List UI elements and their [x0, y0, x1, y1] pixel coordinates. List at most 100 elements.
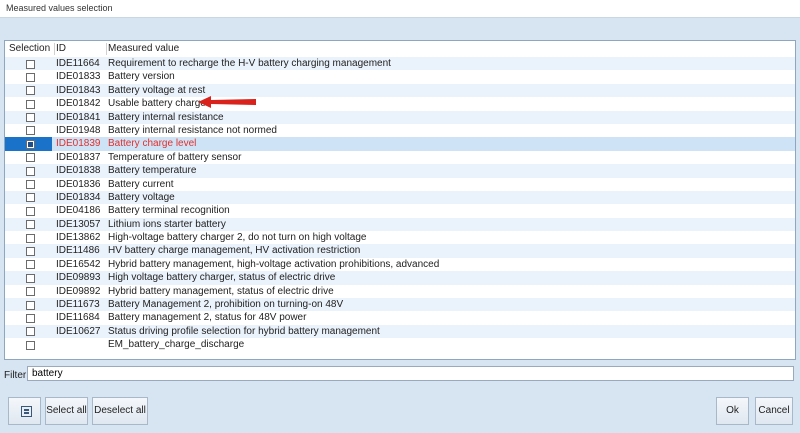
row-checkbox[interactable]	[26, 327, 35, 337]
row-id: IDE01838	[56, 165, 101, 177]
row-measured-value: Battery voltage at rest	[108, 84, 206, 96]
row-checkbox[interactable]	[26, 233, 35, 243]
table-row[interactable]: IDE16542 Hybrid battery management, high-…	[5, 258, 795, 271]
table-rows: IDE11664 Requirement to recharge the H-V …	[5, 57, 795, 352]
selection-cell	[5, 325, 52, 338]
row-id: IDE01948	[56, 124, 101, 136]
selection-cell	[5, 84, 52, 97]
selection-cell	[5, 57, 52, 70]
row-checkbox[interactable]	[26, 126, 35, 136]
table-row[interactable]: IDE01841 Battery internal resistance	[5, 110, 795, 124]
row-checkbox[interactable]	[26, 86, 35, 96]
list-icon	[21, 406, 32, 417]
row-checkbox[interactable]	[26, 273, 35, 283]
row-checkbox[interactable]	[26, 287, 35, 297]
row-measured-value: Lithium ions starter battery	[108, 218, 226, 230]
row-id: IDE01836	[56, 178, 101, 190]
table-row[interactable]: IDE04186 Battery terminal recognition	[5, 204, 795, 217]
table-row[interactable]: IDE11684 Battery management 2, status for…	[5, 311, 795, 324]
select-all-button[interactable]: Select all	[45, 397, 88, 425]
row-measured-value: Usable battery charge	[108, 98, 206, 110]
table-row[interactable]: IDE01838 Battery temperature	[5, 164, 795, 178]
row-id: IDE09893	[56, 272, 101, 284]
selection-cell	[5, 271, 52, 284]
row-id: IDE11673	[56, 299, 100, 311]
row-measured-value: EM_battery_charge_discharge	[108, 339, 245, 351]
table-row[interactable]: IDE01836 Battery current	[5, 178, 795, 191]
row-checkbox[interactable]	[26, 166, 35, 176]
row-id: IDE01842	[56, 98, 101, 110]
row-checkbox[interactable]	[26, 246, 35, 256]
row-checkbox[interactable]	[26, 300, 35, 310]
row-id: IDE11486	[56, 245, 100, 257]
column-header-id[interactable]: ID	[56, 41, 66, 57]
row-checkbox[interactable]	[26, 180, 35, 190]
header-strip	[0, 18, 800, 40]
row-measured-value: Battery charge level	[108, 138, 197, 150]
table-row[interactable]: IDE13862 High-voltage battery charger 2, …	[5, 231, 795, 244]
row-checkbox[interactable]	[26, 153, 35, 163]
row-id: IDE01841	[56, 111, 101, 123]
row-checkbox[interactable]	[26, 313, 35, 323]
table-row[interactable]: IDE09892 Hybrid battery management, statu…	[5, 285, 795, 298]
table-row[interactable]: IDE11673 Battery Management 2, prohibitio…	[5, 298, 795, 312]
arrow-left-icon	[198, 96, 256, 108]
selection-cell	[5, 218, 52, 231]
row-checkbox[interactable]	[26, 206, 35, 216]
measured-values-table: Selection ID Measured value IDE11664 Requ…	[4, 40, 796, 360]
table-row[interactable]: IDE13057 Lithium ions starter battery	[5, 217, 795, 232]
row-checkbox[interactable]	[26, 193, 35, 203]
row-checkbox[interactable]	[26, 220, 35, 230]
table-row[interactable]: IDE01842 Usable battery charge	[5, 97, 795, 110]
filter-label: Filter:	[4, 370, 29, 381]
row-measured-value: Hybrid battery management, high-voltage …	[108, 258, 440, 270]
selection-cell	[5, 111, 52, 124]
row-checkbox[interactable]	[26, 340, 35, 350]
table-row[interactable]: IDE01833 Battery version	[5, 70, 795, 83]
column-separator	[106, 43, 107, 55]
selection-cell	[5, 137, 52, 151]
table-row[interactable]: IDE01839 Battery charge level	[5, 137, 795, 151]
table-row[interactable]: IDE01948 Battery internal resistance not …	[5, 124, 795, 137]
filter-input[interactable]	[27, 366, 794, 381]
selection-cell	[5, 70, 52, 83]
cancel-button[interactable]: Cancel	[755, 397, 793, 425]
deselect-all-button[interactable]: Deselect all	[92, 397, 148, 425]
table-row[interactable]: EM_battery_charge_discharge	[5, 338, 795, 351]
table-row[interactable]: IDE11486 HV battery charge management, HV…	[5, 244, 795, 258]
selection-cell	[5, 311, 52, 324]
table-row[interactable]: IDE10627 Status driving profile selection…	[5, 324, 795, 339]
selection-cell	[5, 285, 52, 298]
selection-cell	[5, 244, 52, 257]
ok-button[interactable]: Ok	[716, 397, 749, 425]
row-checkbox[interactable]	[26, 139, 35, 149]
table-row[interactable]: IDE01834 Battery voltage	[5, 190, 795, 205]
row-checkbox[interactable]	[26, 260, 35, 270]
row-checkbox[interactable]	[26, 99, 35, 109]
row-measured-value: HV battery charge management, HV activat…	[108, 245, 361, 257]
table-row[interactable]: IDE09893 High voltage battery charger, st…	[5, 271, 795, 285]
selection-cell	[5, 151, 52, 164]
table-row[interactable]: IDE11664 Requirement to recharge the H-V …	[5, 57, 795, 71]
window-title: Measured values selection	[6, 3, 113, 13]
selection-cell	[5, 338, 52, 351]
column-header-selection[interactable]: Selection	[9, 41, 50, 57]
table-row[interactable]: IDE01837 Temperature of battery sensor	[5, 151, 795, 164]
row-id: IDE16542	[56, 258, 101, 270]
row-checkbox[interactable]	[26, 72, 35, 82]
column-header-measured-value[interactable]: Measured value	[108, 41, 179, 57]
row-id: IDE01843	[56, 84, 101, 96]
row-measured-value: Battery current	[108, 178, 174, 190]
table-row[interactable]: IDE01843 Battery voltage at rest	[5, 83, 795, 98]
selection-cell	[5, 164, 52, 177]
row-checkbox[interactable]	[26, 59, 35, 69]
row-measured-value: High-voltage battery charger 2, do not t…	[108, 232, 367, 244]
row-id: IDE11684	[56, 312, 100, 324]
row-checkbox[interactable]	[26, 113, 35, 123]
list-icon-button[interactable]	[8, 397, 41, 425]
row-id: IDE01839	[56, 138, 101, 150]
selection-cell	[5, 124, 52, 137]
selection-cell	[5, 258, 52, 271]
row-measured-value: Temperature of battery sensor	[108, 151, 242, 163]
selection-cell	[5, 204, 52, 217]
